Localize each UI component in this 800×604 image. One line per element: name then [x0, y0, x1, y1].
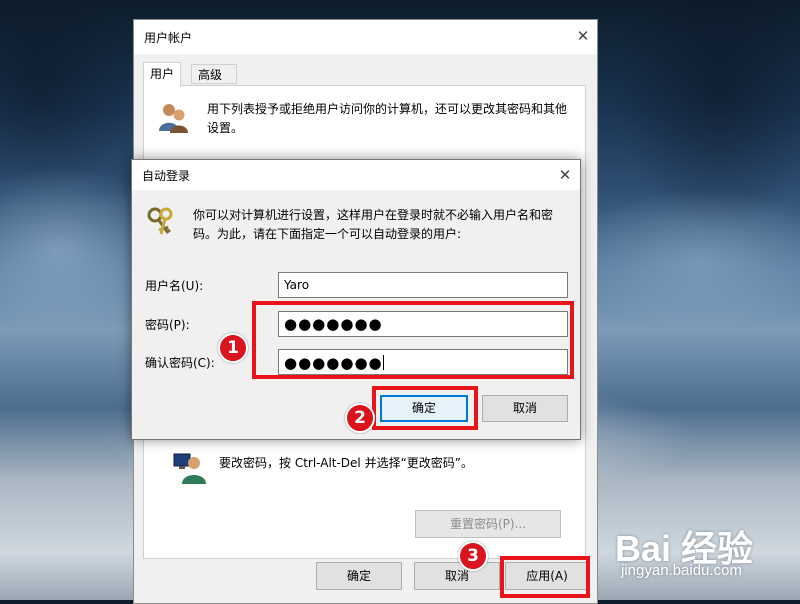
ok-button[interactable]: 确定 — [316, 562, 402, 590]
dialog-titlebar: 自动登录 ✕ — [132, 160, 580, 190]
dialog-description: 你可以对计算机进行设置，这样用户在登录时就不必输入用户名和密码。为此，请在下面指… — [193, 208, 554, 241]
step-2-badge: 2 — [345, 403, 375, 433]
step-3-badge: 3 — [458, 541, 488, 571]
users-description: 用下列表授予或拒绝用户访问你的计算机，还可以更改其密码和其他设置。 — [207, 102, 568, 135]
users-icon — [156, 101, 190, 135]
reset-password-button[interactable]: 重置密码(P)... — [415, 510, 561, 538]
tab-advanced[interactable]: 高级 — [191, 64, 237, 84]
cancel-button[interactable]: 取消 — [414, 562, 500, 590]
change-password-hint: 要改密码，按 Ctrl-Alt-Del 并选择“更改密码”。 — [219, 456, 474, 470]
dialog-cancel-button[interactable]: 取消 — [482, 395, 568, 422]
password-label: 密码(P): — [145, 318, 190, 332]
tab-users-label: 用户 — [150, 67, 175, 81]
password-fields-highlight — [252, 301, 574, 379]
confirm-password-label: 确认密码(C): — [145, 356, 215, 370]
username-field[interactable]: Yaro — [278, 272, 568, 298]
tab-users[interactable]: 用户 — [143, 62, 181, 86]
dialog-title: 自动登录 — [142, 169, 191, 183]
username-label: 用户名(U): — [145, 279, 204, 293]
autologon-dialog: 自动登录 ✕ 你可以对计算机进行设置，这样用户在登录时就不必输入用户名和密码。为… — [131, 159, 581, 440]
close-icon[interactable]: ✕ — [551, 164, 579, 186]
baidu-jingyan-watermark: Bai 经验 jingyan.baidu.com — [615, 520, 795, 590]
window-title: 用户帐户 — [144, 31, 193, 45]
close-icon[interactable]: ✕ — [569, 25, 597, 47]
step-1-badge: 1 — [218, 333, 248, 363]
window-titlebar: 用户帐户 ✕ — [134, 20, 597, 54]
dialog-ok-highlight — [372, 386, 478, 430]
tab-advanced-label: 高级 — [198, 68, 223, 82]
apply-highlight — [500, 556, 590, 598]
user-monitor-icon — [172, 451, 206, 485]
keys-icon — [146, 206, 178, 238]
watermark-url: jingyan.baidu.com — [621, 562, 742, 579]
